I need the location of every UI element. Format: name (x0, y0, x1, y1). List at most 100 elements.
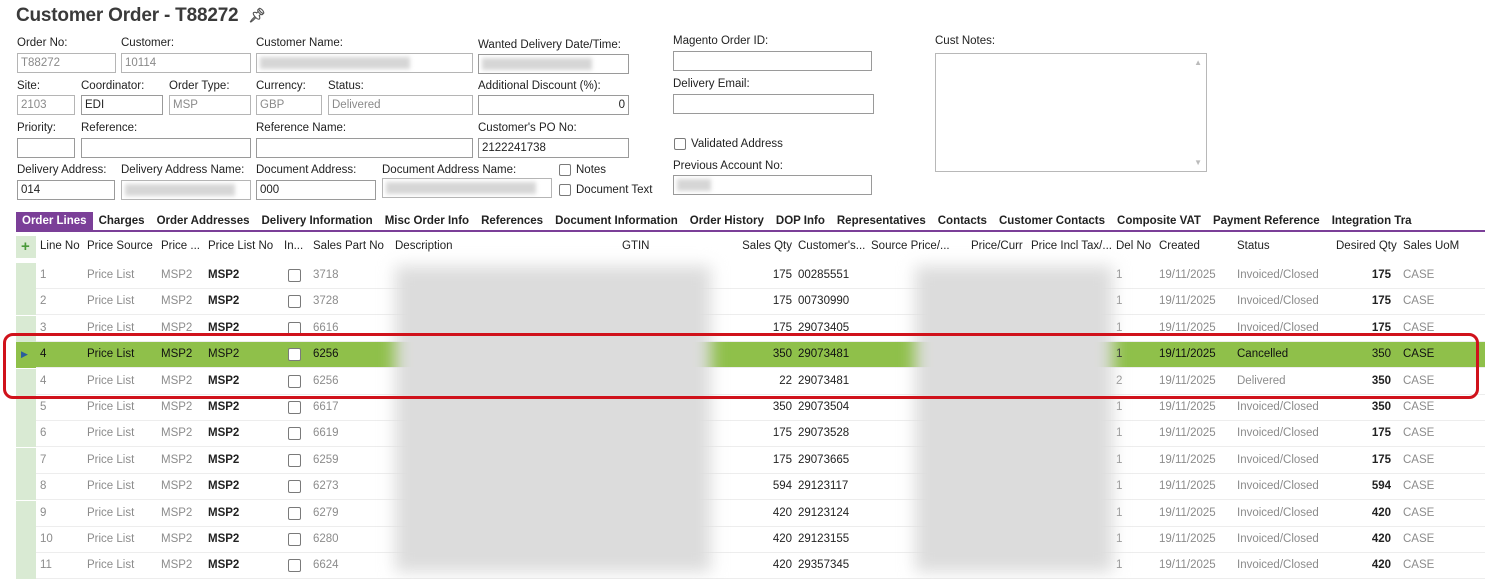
column-header-source-price[interactable]: Source Price/... (871, 240, 963, 252)
tab-composite-vat[interactable]: Composite VAT (1111, 212, 1207, 230)
wanted-delivery-field[interactable] (478, 54, 629, 74)
row-gutter[interactable] (16, 474, 36, 501)
magento-order-id-field[interactable] (673, 51, 872, 71)
document-address-name-field[interactable] (382, 178, 552, 198)
column-header-price-source[interactable]: Price Source (87, 240, 159, 252)
row-gutter[interactable] (16, 500, 36, 527)
column-header-price-curr[interactable]: Price/Curr (971, 240, 1028, 252)
row-checkbox[interactable] (288, 374, 301, 388)
notes-checkbox[interactable]: Notes (559, 164, 606, 176)
priority-field[interactable] (17, 138, 75, 158)
scroll-up-icon[interactable]: ▲ (1194, 58, 1202, 67)
row-checkbox[interactable] (288, 269, 301, 282)
validated-address-checkbox[interactable]: Validated Address (674, 138, 783, 150)
tab-dop-info[interactable]: DOP Info (770, 212, 831, 230)
additional-discount-field[interactable]: 0 (478, 95, 629, 115)
row-gutter[interactable] (16, 527, 36, 553)
pin-icon[interactable]: 📌︎ (248, 7, 266, 24)
table-row[interactable]: 10 Price List MSP2 MSP2 6280 420 29123155 1 19/1… (16, 527, 1485, 553)
table-row[interactable]: 5 Price List MSP2 MSP2 6617 350 29073504 1 19/11… (16, 395, 1485, 421)
column-header-gtin[interactable]: GTIN (622, 240, 712, 252)
column-header-price-list-no[interactable]: Price List No (208, 240, 282, 252)
tab-integration-tra[interactable]: Integration Tra (1326, 212, 1418, 230)
tab-order-lines[interactable]: Order Lines (16, 212, 93, 230)
column-header-customer-s[interactable]: Customer's... (798, 240, 869, 252)
table-row[interactable]: 8 Price List MSP2 MSP2 6273 594 29123117 1 19/11… (16, 474, 1485, 501)
column-header-line-no[interactable]: Line No (40, 240, 85, 252)
column-header-sales-uom[interactable]: Sales UoM (1403, 240, 1473, 252)
table-row[interactable]: 3 Price List MSP2 MSP2 6616 175 29073405 1 19/11… (16, 315, 1485, 342)
column-header-in[interactable]: In... (284, 240, 310, 252)
row-gutter[interactable] (16, 263, 36, 289)
tab-order-history[interactable]: Order History (684, 212, 770, 230)
status-field[interactable]: Delivered (328, 95, 473, 115)
coordinator-field[interactable]: EDI (81, 95, 163, 115)
table-row[interactable]: 2 Price List MSP2 MSP2 3728 175 00730990 1 19/11… (16, 289, 1485, 316)
customer-po-field[interactable]: 2122241738 (478, 138, 629, 158)
tab-customer-contacts[interactable]: Customer Contacts (993, 212, 1111, 230)
table-row[interactable]: 7 Price List MSP2 MSP2 6259 175 29073665 1 19/11… (16, 447, 1485, 474)
validated-address-box[interactable] (674, 138, 686, 150)
order-no-field[interactable]: T88272 (17, 53, 116, 73)
table-row[interactable]: 9 Price List MSP2 MSP2 6279 420 29123124 1 19/11… (16, 500, 1485, 527)
customer-name-field[interactable] (256, 53, 473, 73)
row-checkbox[interactable] (288, 401, 301, 414)
tab-contacts[interactable]: Contacts (932, 212, 993, 230)
tab-delivery-information[interactable]: Delivery Information (256, 212, 379, 230)
document-address-field[interactable]: 000 (256, 180, 376, 200)
tab-payment-reference[interactable]: Payment Reference (1207, 212, 1326, 230)
tab-representatives[interactable]: Representatives (831, 212, 932, 230)
row-gutter[interactable] (16, 315, 36, 342)
row-gutter[interactable] (16, 421, 36, 448)
row-checkbox[interactable] (288, 427, 301, 441)
row-checkbox[interactable] (288, 559, 301, 573)
tab-document-information[interactable]: Document Information (549, 212, 684, 230)
document-text-box[interactable] (559, 184, 571, 196)
row-gutter[interactable] (16, 289, 36, 316)
reference-name-field[interactable] (256, 138, 473, 158)
column-header-sales-qty[interactable]: Sales Qty (717, 240, 792, 252)
column-header-price[interactable]: Price ... (161, 240, 206, 252)
site-field[interactable]: 2103 (17, 95, 75, 115)
row-checkbox[interactable] (288, 480, 301, 494)
table-row[interactable]: ▶ 4 Price List MSP2 MSP2 6256 350 29073481 1 19/1… (16, 342, 1485, 369)
row-checkbox[interactable] (288, 453, 301, 467)
column-header-created[interactable]: Created (1159, 240, 1234, 252)
tab-references[interactable]: References (475, 212, 549, 230)
table-row[interactable]: 1 Price List MSP2 MSP2 3718 175 00285551 1 19/11… (16, 263, 1485, 289)
row-checkbox[interactable] (288, 348, 301, 362)
delivery-email-field[interactable] (673, 94, 874, 114)
row-checkbox[interactable] (288, 295, 301, 309)
delivery-address-field[interactable]: 014 (17, 180, 115, 200)
row-gutter[interactable] (16, 553, 36, 579)
order-type-field[interactable]: MSP (169, 95, 251, 115)
notes-box[interactable] (559, 164, 571, 176)
row-checkbox[interactable] (288, 533, 301, 546)
row-checkbox[interactable] (288, 321, 301, 335)
column-header-price-incl-tax[interactable]: Price Incl Tax/... (1031, 240, 1113, 252)
column-header-desired-qty[interactable]: Desired Qty (1336, 240, 1400, 252)
customer-field[interactable]: 10114 (121, 53, 251, 73)
column-header-del-no[interactable]: Del No (1116, 240, 1156, 252)
previous-account-field[interactable] (673, 175, 872, 195)
tab-order-addresses[interactable]: Order Addresses (151, 212, 256, 230)
row-gutter[interactable] (16, 395, 36, 421)
reference-field[interactable] (81, 138, 251, 158)
add-row-icon[interactable]: + (21, 238, 30, 255)
table-row[interactable]: 6 Price List MSP2 MSP2 6619 175 29073528 1 19/11… (16, 421, 1485, 448)
row-gutter[interactable] (16, 447, 36, 474)
scroll-down-icon[interactable]: ▼ (1194, 158, 1202, 167)
column-header-sales-part-no[interactable]: Sales Part No (313, 240, 393, 252)
column-header-status[interactable]: Status (1237, 240, 1332, 252)
column-header-description[interactable]: Description (395, 240, 595, 252)
cust-notes-textarea[interactable]: ▲ ▼ (935, 53, 1207, 172)
row-checkbox[interactable] (288, 506, 301, 520)
currency-field[interactable]: GBP (256, 95, 322, 115)
table-row[interactable]: 4 Price List MSP2 MSP2 6256 22 29073481 2 19/11/… (16, 368, 1485, 395)
tab-misc-order-info[interactable]: Misc Order Info (379, 212, 475, 230)
row-gutter[interactable] (16, 368, 36, 395)
document-text-checkbox[interactable]: Document Text (559, 184, 653, 196)
tab-charges[interactable]: Charges (93, 212, 151, 230)
table-row[interactable]: 11 Price List MSP2 MSP2 6624 420 29357345 1 19/1… (16, 553, 1485, 579)
delivery-address-name-field[interactable] (121, 180, 251, 200)
